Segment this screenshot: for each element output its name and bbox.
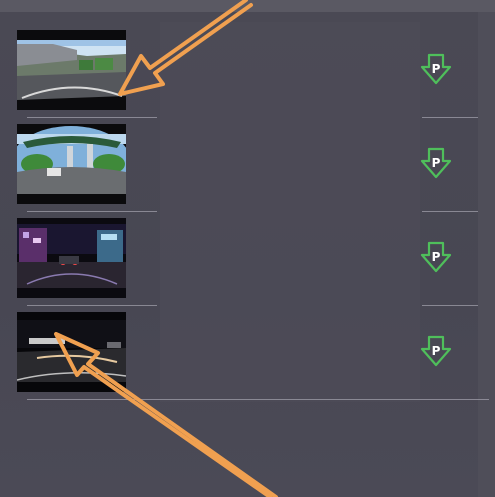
download-icon-glyph: P <box>432 62 441 76</box>
thumbnail-image-night-street <box>17 218 126 298</box>
list-item[interactable]: P <box>0 212 478 306</box>
list-item[interactable]: P <box>0 306 478 400</box>
download-icon[interactable]: P <box>418 334 454 370</box>
scrollbar-track[interactable] <box>478 12 495 497</box>
download-icon-glyph: P <box>432 250 441 264</box>
download-icon[interactable]: P <box>418 52 454 88</box>
download-icon[interactable]: P <box>418 240 454 276</box>
list-item[interactable]: P <box>0 24 478 118</box>
top-bar <box>0 0 495 12</box>
download-icon-glyph: P <box>432 344 441 358</box>
video-thumbnail[interactable] <box>17 124 126 204</box>
download-icon-glyph: P <box>432 156 441 170</box>
list-item[interactable]: P <box>0 118 478 212</box>
thumbnail-image-daytime <box>17 30 126 110</box>
download-icon[interactable]: P <box>418 146 454 182</box>
video-thumbnail[interactable] <box>17 312 126 392</box>
video-thumbnail[interactable] <box>17 30 126 110</box>
thumbnail-image-night-road <box>17 312 126 392</box>
app-screen: P P P P <box>0 0 495 497</box>
divider <box>27 399 489 400</box>
video-thumbnail[interactable] <box>17 218 126 298</box>
thumbnail-image-fisheye <box>17 124 126 204</box>
